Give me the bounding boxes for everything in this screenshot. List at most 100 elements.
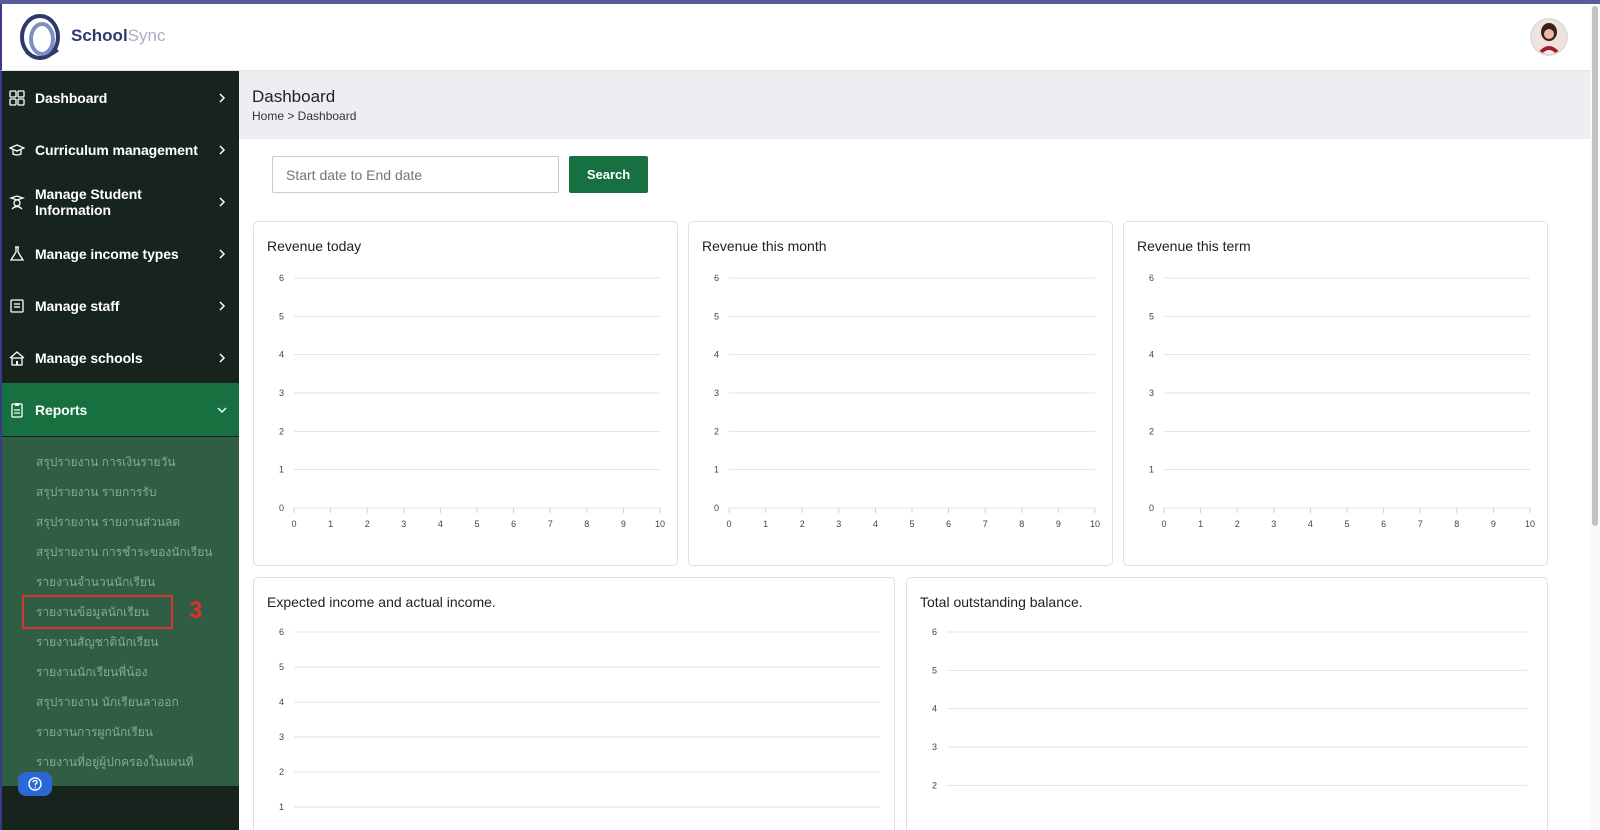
x-tick-label: 5: [474, 519, 479, 529]
sidebar-item-manage-staff[interactable]: Manage staff: [2, 279, 239, 332]
x-tick-label: 1: [328, 519, 333, 529]
y-tick-label: 2: [279, 767, 284, 777]
x-tick-label: 7: [983, 519, 988, 529]
x-tick-label: 3: [836, 519, 841, 529]
submenu-item-discount-report[interactable]: สรุปรายงาน รายงานส่วนลด: [36, 513, 180, 532]
x-tick-label: 0: [291, 519, 296, 529]
x-tick-label: 5: [909, 519, 914, 529]
brand-name-primary: School: [71, 26, 128, 45]
x-tick-label: 5: [1344, 519, 1349, 529]
y-tick-label: 3: [279, 388, 284, 398]
x-tick-label: 8: [1454, 519, 1459, 529]
x-tick-label: 8: [1019, 519, 1024, 529]
x-tick-label: 1: [1198, 519, 1203, 529]
submenu-item-guardian-address-map-report[interactable]: รายงานที่อยู่ผู้ปกครองในแผนที่: [36, 753, 194, 772]
submenu-item-student-payment-report[interactable]: สรุปรายงาน การชำระของนักเรียน: [36, 543, 212, 562]
chevron-right-icon: [219, 144, 226, 155]
x-tick-label: 10: [1525, 519, 1535, 529]
y-tick-label: 4: [279, 697, 284, 707]
page-scrollbar[interactable]: [1590, 4, 1600, 830]
sidebar-item-label: Manage income types: [35, 245, 179, 262]
sidebar-item-label: Manage Student Information: [35, 185, 142, 218]
submenu-item-student-binding-report[interactable]: รายงานการผูกนักเรียน: [36, 723, 153, 742]
x-tick-label: 1: [763, 519, 768, 529]
y-tick-label: 0: [279, 503, 284, 513]
x-tick-label: 3: [401, 519, 406, 529]
x-tick-label: 6: [1381, 519, 1386, 529]
chevron-right-icon: [219, 300, 226, 311]
x-tick-label: 0: [1161, 519, 1166, 529]
y-tick-label: 4: [279, 350, 284, 360]
sidebar: Dashboard Curriculum management Manage S…: [0, 71, 239, 830]
chart-card-revenue-this-month: Revenue this month 0 1 2 3 4 5 6 0 1 2 3 4 5 6 7 8 9 10: [688, 221, 1113, 566]
sidebar-item-dashboard[interactable]: Dashboard: [2, 71, 239, 124]
staff-id-icon: [10, 298, 24, 313]
highlight-box: [22, 595, 173, 629]
y-tick-label: 6: [1149, 273, 1154, 283]
revenue-this-month-chart: 0 1 2 3 4 5 6 0 1 2 3 4 5 6 7 8 9 10: [714, 273, 1100, 529]
y-tick-label: 3: [932, 742, 937, 752]
brand-name-secondary: Sync: [127, 26, 166, 45]
revenue-today-chart: 0 1 2 3 4 5 6 0 1 2 3 4 5 6 7 8 9 10: [279, 273, 665, 529]
chevron-right-icon: [219, 196, 226, 207]
sidebar-item-label: Manage schools: [35, 349, 143, 366]
x-tick-label: 3: [1271, 519, 1276, 529]
x-tick-label: 8: [584, 519, 589, 529]
y-tick-label: 3: [714, 388, 719, 398]
y-tick-label: 2: [279, 426, 284, 436]
y-tick-label: 6: [279, 627, 284, 637]
x-tick-label: 7: [548, 519, 553, 529]
chart-card-total-outstanding-balance: Total outstanding balance. 23456: [906, 577, 1548, 830]
schoolsync-logo-icon[interactable]: [18, 12, 64, 62]
y-tick-label: 1: [279, 802, 284, 812]
help-button[interactable]: [18, 772, 52, 796]
submenu-item-student-withdrawal-report[interactable]: สรุปรายงาน นักเรียนลาออก: [36, 693, 179, 712]
grid-icon: [9, 89, 25, 106]
sidebar-item-manage-schools[interactable]: Manage schools: [2, 331, 239, 384]
chevron-right-icon: [219, 248, 226, 259]
submenu-item-student-nationality-report[interactable]: รายงานสัญชาตินักเรียน: [36, 633, 159, 652]
submenu-item-receipts-report[interactable]: สรุปรายงาน รายการรับ: [36, 483, 156, 502]
school-icon: [9, 350, 25, 366]
date-range-input[interactable]: [272, 156, 559, 193]
search-button[interactable]: Search: [569, 156, 648, 193]
scrollbar-thumb[interactable]: [1592, 6, 1598, 526]
y-tick-label: 5: [714, 311, 719, 321]
page-title: Dashboard: [252, 87, 336, 106]
y-tick-label: 3: [1149, 388, 1154, 398]
chevron-right-icon: [219, 92, 226, 103]
y-tick-label: 5: [1149, 311, 1154, 321]
breadcrumb[interactable]: Home > Dashboard: [252, 109, 356, 123]
brand-name[interactable]: SchoolSync: [71, 26, 165, 46]
x-tick-label: 2: [365, 519, 370, 529]
page-header: Dashboard Home > Dashboard: [239, 71, 1590, 139]
x-tick-label: 6: [946, 519, 951, 529]
y-tick-label: 1: [714, 465, 719, 475]
y-tick-label: 0: [1149, 503, 1154, 513]
x-tick-label: 2: [1235, 519, 1240, 529]
chart-card-revenue-today: Revenue today 0 1 2 3 4 5 6 0 1 2 3 4 5 6 7 8 9 10: [253, 221, 678, 566]
y-tick-label: 6: [932, 627, 937, 637]
expected-vs-actual-income-chart: 1 2 3 4 5 6: [279, 627, 880, 812]
y-tick-label: 2: [714, 426, 719, 436]
sidebar-item-manage-student-information[interactable]: Manage Student Information: [2, 175, 239, 228]
total-outstanding-balance-chart: 2 3 4 5 6: [932, 627, 1527, 790]
y-tick-label: 5: [279, 662, 284, 672]
submenu-item-siblings-report[interactable]: รายงานนักเรียนพี่น้อง: [36, 663, 147, 682]
submenu-item-daily-finance-report[interactable]: สรุปรายงาน การเงินรายวัน: [36, 453, 176, 472]
y-tick-label: 6: [714, 273, 719, 283]
sidebar-item-manage-income-types[interactable]: Manage income types: [2, 227, 239, 280]
submenu-item-student-count-report[interactable]: รายงานจำนวนนักเรียน: [36, 573, 155, 592]
x-tick-label: 9: [1056, 519, 1061, 529]
user-avatar[interactable]: [1530, 18, 1568, 56]
y-tick-label: 0: [714, 503, 719, 513]
user-photo-icon: [1532, 20, 1566, 54]
sidebar-item-reports[interactable]: Reports: [2, 383, 239, 436]
x-tick-label: 2: [800, 519, 805, 529]
main-content: Dashboard Home > Dashboard Search Revenu…: [239, 71, 1590, 830]
y-tick-label: 3: [279, 732, 284, 742]
sidebar-item-curriculum-management[interactable]: Curriculum management: [2, 123, 239, 176]
chevron-right-icon: [219, 352, 226, 363]
x-tick-label: 9: [621, 519, 626, 529]
graduation-cap-icon: [9, 143, 25, 156]
